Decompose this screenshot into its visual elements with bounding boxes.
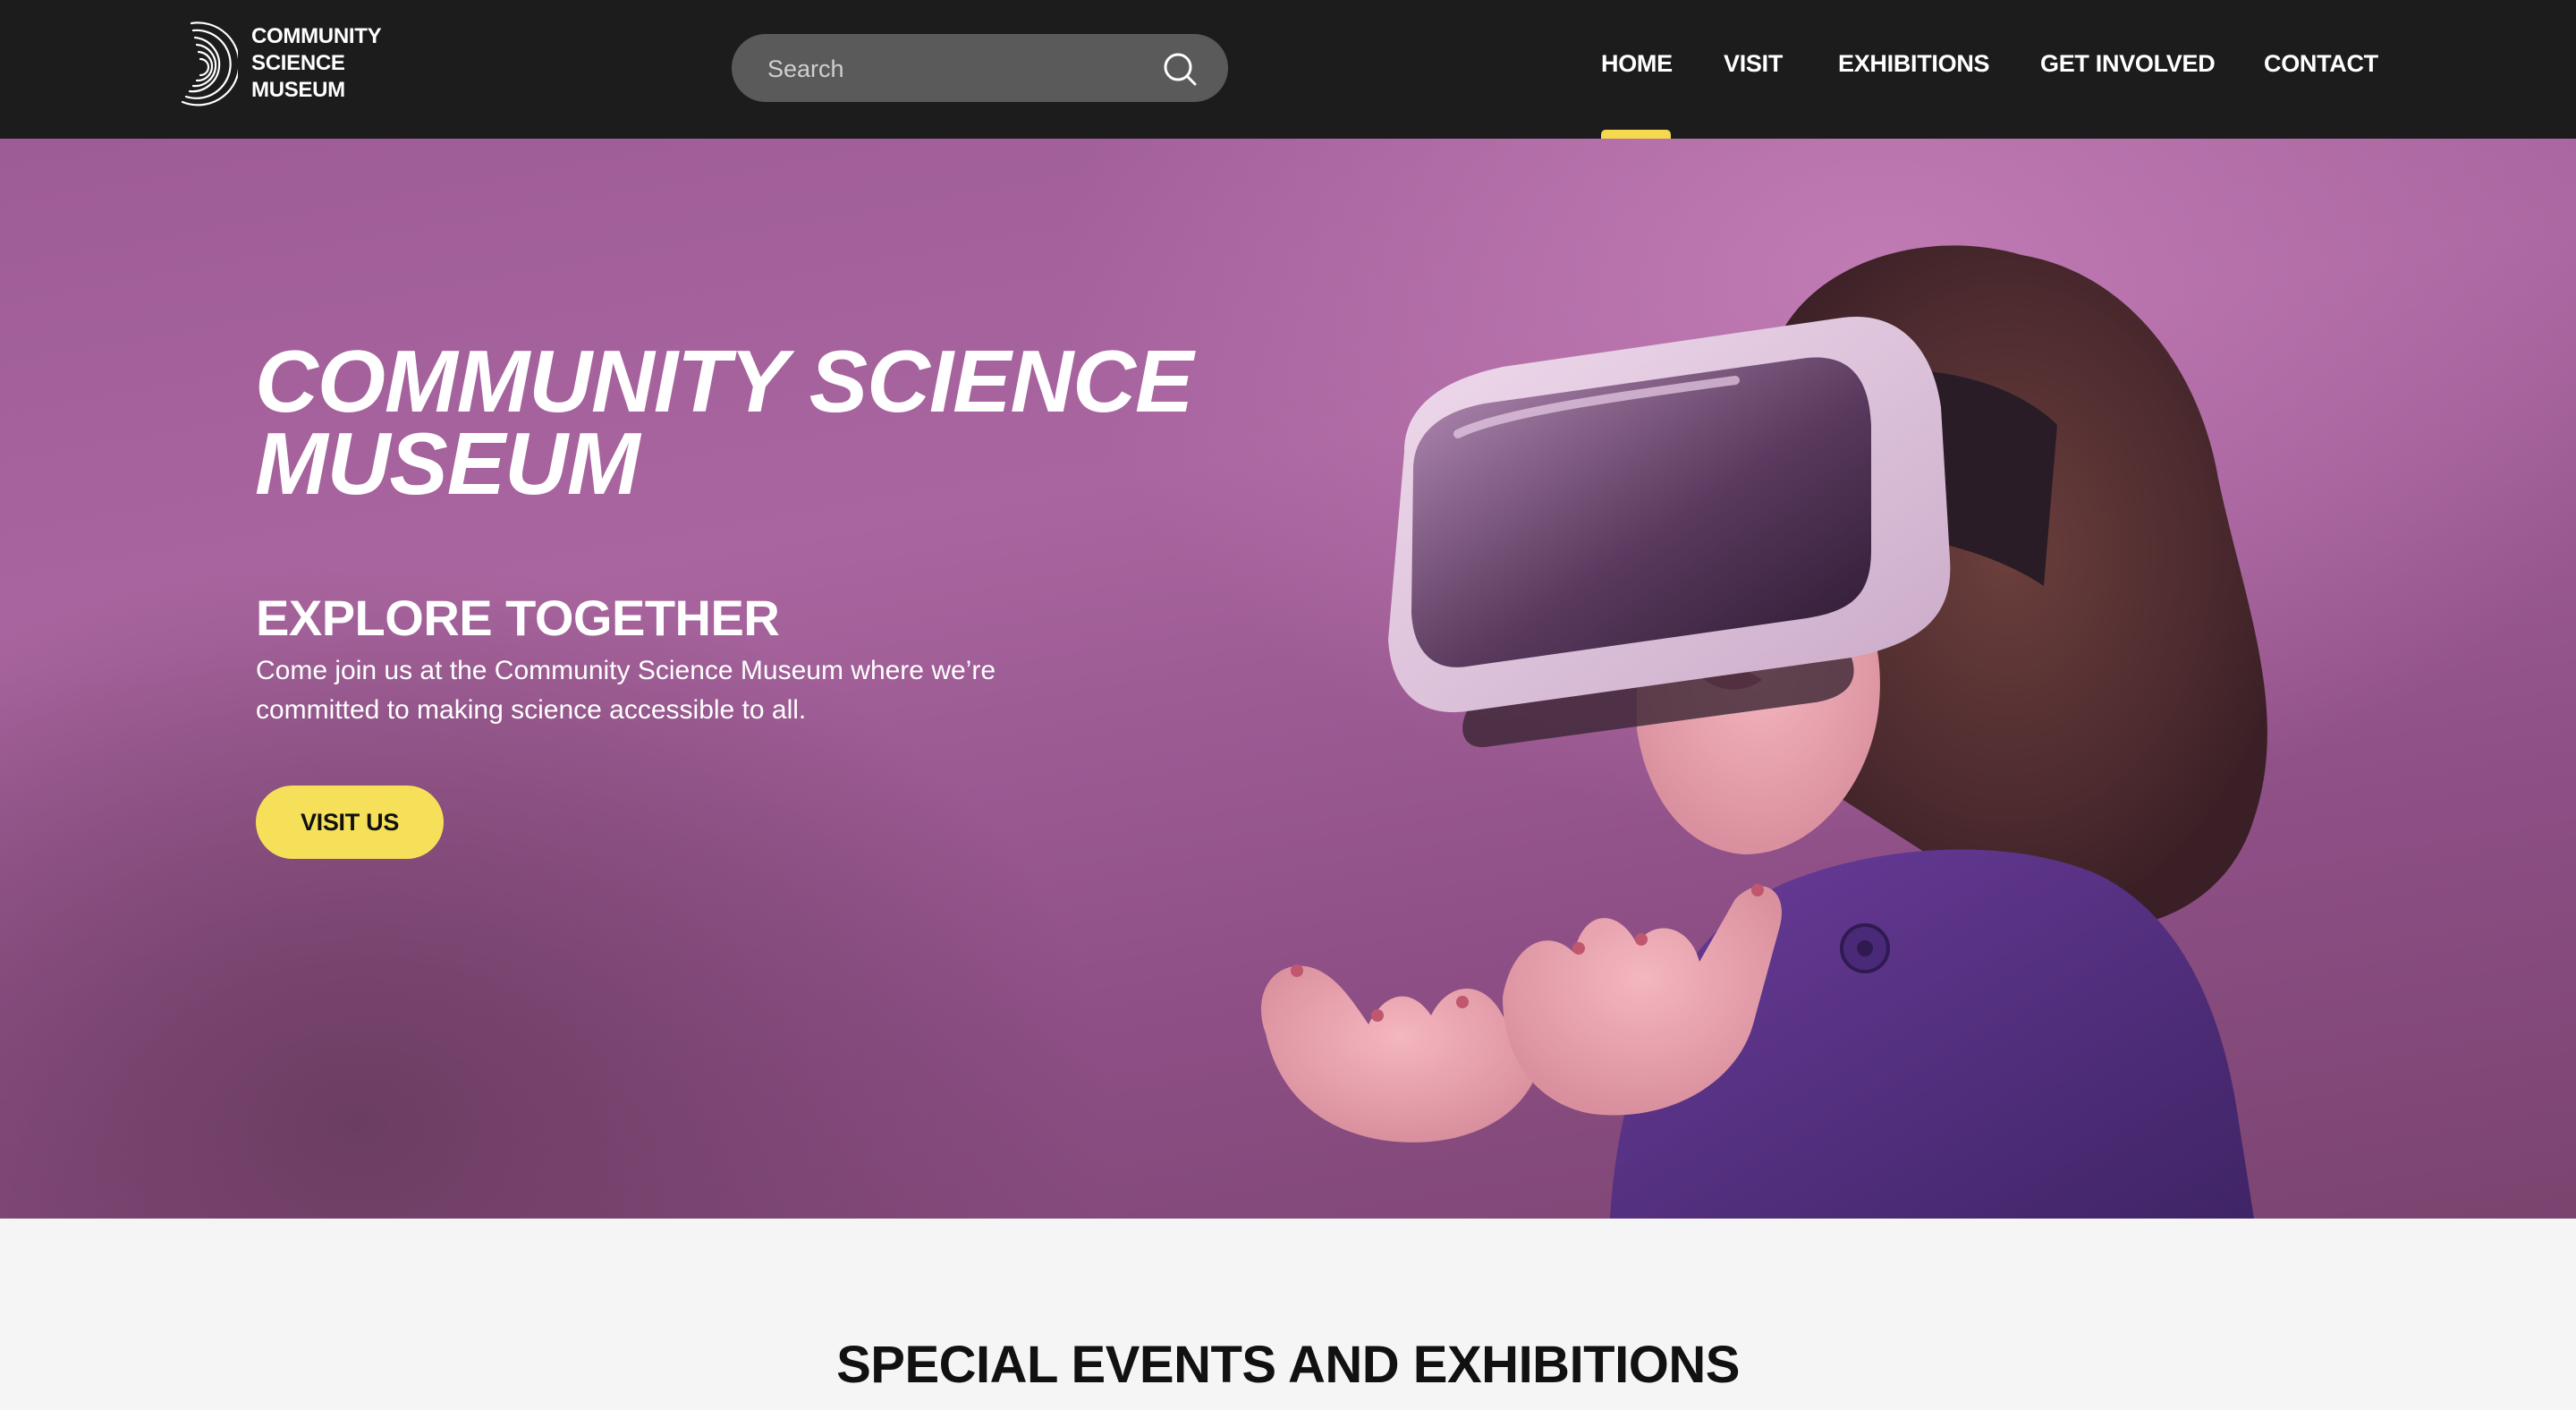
logo-line: MUSEUM — [251, 78, 345, 102]
search-input[interactable] — [766, 34, 1145, 104]
search-bar — [732, 34, 1228, 104]
logo-line: COMMUNITY — [251, 24, 382, 48]
section-heading: SPECIAL EVENTS AND EXHIBITIONS — [836, 1336, 1740, 1394]
nav-home[interactable]: HOME — [1601, 50, 1673, 78]
search-icon[interactable] — [1162, 51, 1198, 87]
nav-get-involved[interactable]: GET INVOLVED — [2040, 50, 2216, 78]
site-header: COMMUNITY SCIENCE MUSEUM HOME VISIT EXHI… — [0, 0, 2576, 139]
logo-wordmark: COMMUNITY SCIENCE MUSEUM — [251, 23, 382, 104]
nav-contact[interactable]: CONTACT — [2264, 50, 2378, 78]
child-vr-headset-photo — [1261, 245, 2267, 1219]
hero-description: Come join us at the Community Science Mu… — [256, 656, 996, 725]
hero-banner: COMMUNITY SCIENCE MUSEUM EXPLORE TOGETHE… — [0, 139, 2576, 1219]
hero-subtitle: EXPLORE TOGETHER — [256, 590, 780, 646]
special-events-section: SPECIAL EVENTS AND EXHIBITIONS — [0, 1219, 2576, 1410]
spiral-logo-icon — [181, 21, 238, 106]
nav-active-indicator — [1601, 130, 1671, 139]
site-logo[interactable]: COMMUNITY SCIENCE MUSEUM — [175, 20, 408, 109]
hero-title: COMMUNITY SCIENCE MUSEUM — [255, 332, 1193, 513]
visit-us-button[interactable]: VISIT US — [256, 786, 444, 859]
nav-visit[interactable]: VISIT — [1724, 50, 1783, 78]
nav-exhibitions[interactable]: EXHIBITIONS — [1838, 50, 1990, 78]
logo-line: SCIENCE — [251, 51, 345, 75]
